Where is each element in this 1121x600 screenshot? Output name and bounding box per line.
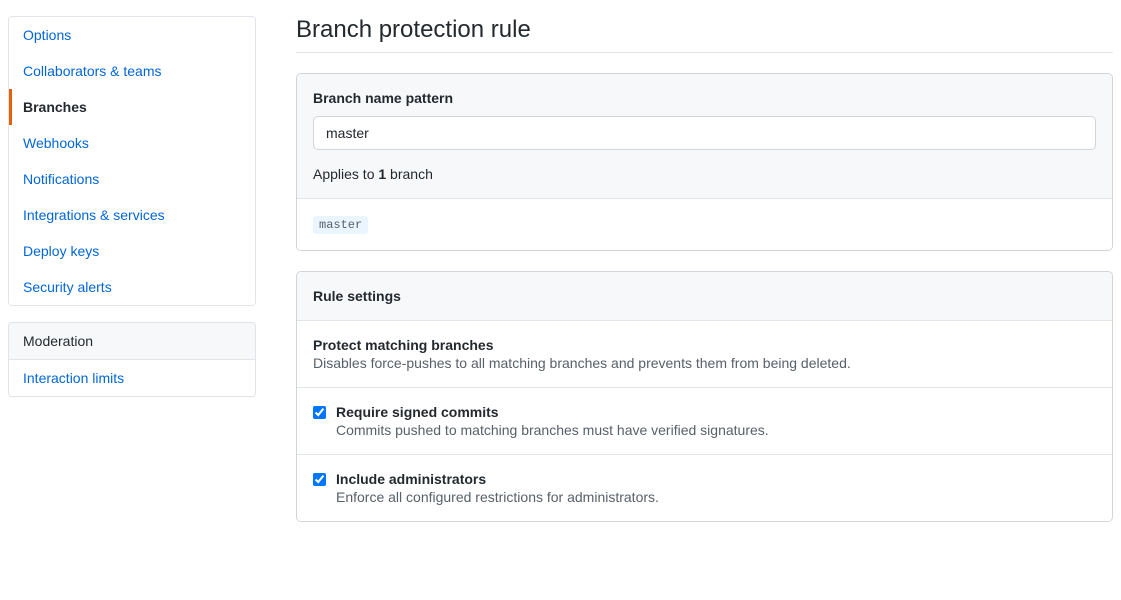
matched-branch-tag: master [313, 216, 368, 234]
sidebar-menu-moderation: Moderation Interaction limits [8, 322, 256, 397]
applies-suffix: branch [386, 166, 433, 182]
applies-prefix: Applies to [313, 166, 378, 182]
require-signed-commits-section: Require signed commits Commits pushed to… [297, 388, 1112, 455]
sidebar-menu-main: Options Collaborators & teams Branches W… [8, 16, 256, 306]
settings-sidebar: Options Collaborators & teams Branches W… [8, 16, 256, 542]
sidebar-header-moderation: Moderation [9, 323, 255, 360]
rule-settings-header: Rule settings [297, 272, 1112, 321]
sidebar-item-deploy-keys[interactable]: Deploy keys [9, 233, 255, 269]
include-administrators-title: Include administrators [336, 471, 659, 487]
main-content: Branch protection rule Branch name patte… [296, 16, 1113, 542]
sidebar-item-interaction-limits[interactable]: Interaction limits [9, 360, 255, 396]
branch-applies-text: Applies to 1 branch [313, 166, 1096, 182]
require-signed-commits-title: Require signed commits [336, 404, 769, 420]
sidebar-item-branches[interactable]: Branches [9, 89, 255, 125]
sidebar-item-collaborators-teams[interactable]: Collaborators & teams [9, 53, 255, 89]
check-body: Require signed commits Commits pushed to… [336, 404, 769, 438]
sidebar-item-notifications[interactable]: Notifications [9, 161, 255, 197]
protect-branches-desc: Disables force-pushes to all matching br… [313, 355, 1096, 371]
check-row: Require signed commits Commits pushed to… [313, 404, 1096, 438]
protect-branches-section: Protect matching branches Disables force… [297, 321, 1112, 388]
branch-pattern-heading: Branch name pattern [313, 90, 1096, 106]
sidebar-item-options[interactable]: Options [9, 17, 255, 53]
branch-pattern-box: Branch name pattern Applies to 1 branch … [296, 73, 1113, 251]
matched-branches-section: master [297, 199, 1112, 250]
check-body: Include administrators Enforce all confi… [336, 471, 659, 505]
protect-branches-heading: Protect matching branches [313, 337, 1096, 353]
sidebar-item-security-alerts[interactable]: Security alerts [9, 269, 255, 305]
include-administrators-section: Include administrators Enforce all confi… [297, 455, 1112, 521]
branch-pattern-input[interactable] [313, 116, 1096, 150]
include-administrators-checkbox[interactable] [313, 473, 326, 486]
page-root: Options Collaborators & teams Branches W… [8, 16, 1113, 542]
include-administrators-desc: Enforce all configured restrictions for … [336, 489, 659, 505]
branch-pattern-section: Branch name pattern Applies to 1 branch [297, 74, 1112, 199]
require-signed-commits-checkbox[interactable] [313, 406, 326, 419]
sidebar-item-webhooks[interactable]: Webhooks [9, 125, 255, 161]
rule-settings-heading: Rule settings [313, 288, 1096, 304]
page-title: Branch protection rule [296, 16, 1113, 53]
rule-settings-box: Rule settings Protect matching branches … [296, 271, 1113, 522]
applies-count: 1 [378, 166, 386, 182]
require-signed-commits-desc: Commits pushed to matching branches must… [336, 422, 769, 438]
check-row: Include administrators Enforce all confi… [313, 471, 1096, 505]
sidebar-item-integrations-services[interactable]: Integrations & services [9, 197, 255, 233]
